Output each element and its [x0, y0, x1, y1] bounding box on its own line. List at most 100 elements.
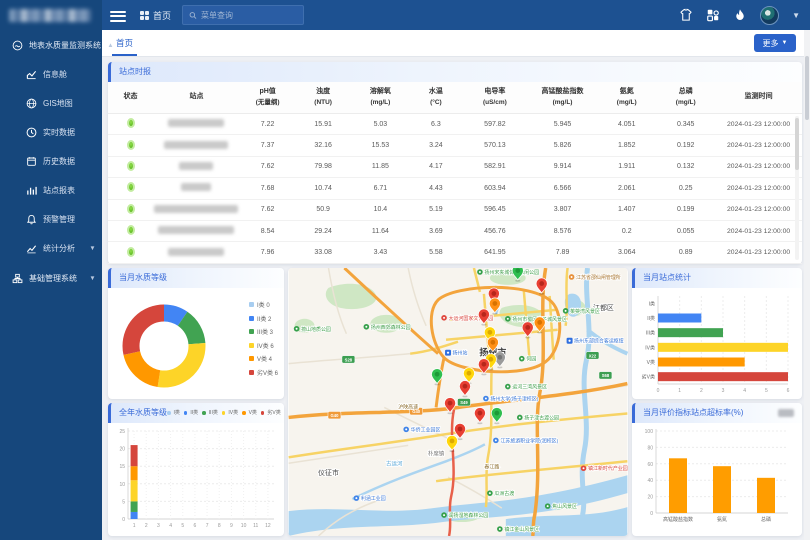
stacked-bar-II类[interactable] — [131, 512, 138, 519]
panel-title: 当月站点统计 — [643, 268, 691, 288]
table-scrollbar-thumb[interactable] — [795, 118, 799, 170]
legend-item[interactable]: II类 — [184, 403, 198, 423]
cell-value: 0.89 — [656, 249, 715, 256]
cell-value: 0.199 — [656, 206, 715, 213]
legend-item[interactable]: II类 2 — [249, 314, 278, 323]
svg-text:朴席镇: 朴席镇 — [428, 449, 445, 457]
legend-item[interactable]: IV类 6 — [249, 341, 278, 350]
svg-text:扬州站: 扬州站 — [453, 350, 468, 357]
map-label-station: 扬州东部综合客运枢纽 — [567, 338, 624, 345]
stacked-bar-V类[interactable] — [131, 466, 138, 480]
cell-value: 50.9 — [295, 206, 351, 213]
svg-text:60: 60 — [647, 462, 653, 468]
station-name-redacted — [168, 248, 224, 256]
stacked-bar-劣V类[interactable] — [131, 445, 138, 466]
hbar-IV类[interactable] — [658, 343, 788, 352]
cell-value: 0.345 — [656, 121, 715, 128]
info-board-icon — [26, 69, 37, 80]
table-scrollbar[interactable] — [795, 116, 799, 260]
search-icon — [189, 11, 197, 20]
sidebar-item-history[interactable]: 历史数据 — [0, 147, 102, 176]
table-row: 7.6250.910.45.19596.453.8071.4070.199202… — [108, 200, 802, 221]
cell-value: 29.24 — [295, 228, 351, 235]
cell-value: 6.566 — [528, 185, 597, 192]
legend-item[interactable]: 劣V类 6 — [249, 368, 278, 377]
flame-icon[interactable] — [733, 8, 747, 22]
map-label-park: 扬子津古渡公园 — [517, 414, 559, 421]
city-map[interactable]: G40G40S28S49S68X22扬州市江都区仪征市朴席镇古运河沪陕高速春江路… — [288, 268, 628, 536]
sidebar-item-realtime[interactable]: 实时数据 — [0, 118, 102, 147]
table-header-row: 状态站点pH值(无量纲)浊度(NTU)溶解氧(mg/L)水温(°C)电导率(uS… — [108, 82, 802, 114]
svg-text:氨氮: 氨氮 — [717, 516, 727, 523]
hbar-III类[interactable] — [658, 328, 723, 337]
svg-text:V类: V类 — [647, 359, 655, 366]
panel-title: 站点时报 — [119, 62, 151, 82]
sidebar-item-base[interactable]: 基础管理系统▼ — [0, 263, 102, 293]
sidebar-item-info-board[interactable]: 信息舱 — [0, 60, 102, 89]
stacked-bar-III类[interactable] — [131, 501, 138, 512]
svg-text:7: 7 — [206, 523, 209, 529]
cell-time: 2024-01-23 12:00:00 — [715, 228, 802, 235]
cell-value: 6.71 — [351, 185, 410, 192]
exceed-bar-高锰酸盐指数[interactable] — [669, 458, 687, 513]
svg-text:3: 3 — [157, 523, 160, 529]
cell-value: 10.74 — [295, 185, 351, 192]
sidebar-item-stats[interactable]: 统计分析▼ — [0, 234, 102, 263]
legend-item[interactable]: I类 0 — [249, 300, 278, 309]
sidebar-item-report[interactable]: 站点报表 — [0, 176, 102, 205]
cell-value: 11.64 — [351, 228, 410, 235]
station-name-redacted — [168, 119, 224, 127]
exceed-bar-总磷[interactable] — [757, 478, 775, 513]
svg-text:捺山地质公园: 捺山地质公园 — [301, 326, 331, 333]
exceed-bar-氨氮[interactable] — [713, 466, 731, 513]
topbar-home-link[interactable]: 首页 — [140, 8, 171, 22]
hbar-V类[interactable] — [658, 358, 745, 367]
svg-text:S28: S28 — [345, 357, 353, 362]
sidebar-item-system[interactable]: 地表水质量监测系统▲ — [0, 30, 102, 60]
cell-value: 15.91 — [295, 121, 351, 128]
page-scrollbar[interactable] — [804, 30, 810, 540]
tab-home[interactable]: 首页 — [116, 30, 133, 56]
cell-value: 0.192 — [656, 142, 715, 149]
page-scrollbar-thumb[interactable] — [805, 56, 809, 120]
topbar: 首页 ▼ — [0, 0, 810, 30]
table-body: 7.2215.915.036.3597.825.9454.0510.345202… — [108, 114, 802, 264]
user-avatar[interactable] — [760, 6, 779, 25]
legend-item[interactable]: III类 3 — [249, 327, 278, 336]
more-button[interactable]: 更多 ▼ — [754, 34, 796, 52]
hamburger-icon[interactable] — [110, 8, 126, 22]
cell-value: 7.89 — [528, 249, 597, 256]
cell-time: 2024-01-23 12:00:00 — [715, 163, 802, 170]
shirt-icon[interactable] — [679, 8, 693, 22]
stacked-bar-IV类[interactable] — [131, 480, 138, 501]
sidebar-item-gis-map[interactable]: GIS地图 — [0, 89, 102, 118]
chevron-down-icon: ▼ — [782, 40, 788, 46]
svg-text:扬州大学(扬子津校区): 扬州大学(扬子津校区) — [490, 396, 538, 403]
exceed-rate-chart: 020406080100高锰酸盐指数氨氮总磷 — [632, 423, 802, 536]
legend-item[interactable]: V类 4 — [249, 354, 278, 363]
hbar-劣V类[interactable] — [658, 372, 788, 381]
legend-item[interactable]: V类 — [242, 403, 257, 423]
menu-search-input[interactable] — [201, 11, 297, 20]
hbar-II类[interactable] — [658, 314, 701, 323]
svg-text:S68: S68 — [602, 373, 610, 378]
svg-text:何园: 何园 — [526, 356, 536, 363]
chevron-down-icon[interactable]: ▼ — [792, 11, 800, 20]
svg-text:6: 6 — [787, 388, 790, 394]
svg-text:镇江金山风景区: 镇江金山风景区 — [504, 526, 539, 533]
table-row: 8.5429.2411.643.69456.768.5760.20.055202… — [108, 221, 802, 242]
status-normal-dot — [127, 225, 135, 235]
cell-time: 2024-01-23 12:00:00 — [715, 249, 802, 256]
menu-search-box[interactable] — [182, 5, 304, 25]
legend-item[interactable]: IV类 — [222, 403, 238, 423]
layout-icon[interactable] — [706, 8, 720, 22]
legend-item[interactable]: I类 — [167, 403, 180, 423]
legend-item[interactable]: 劣V类 — [261, 403, 281, 423]
station-map[interactable]: G40G40S28S49S68X22扬州市江都区仪征市朴席镇古运河沪陕高速春江路… — [288, 268, 628, 536]
svg-text:40: 40 — [647, 478, 653, 484]
sidebar-item-alert[interactable]: 预警管理 — [0, 205, 102, 234]
table-row: 7.6810.746.714.43603.946.5662.0610.25202… — [108, 178, 802, 199]
cell-value: 7.68 — [240, 185, 296, 192]
column-header: 水温(°C) — [410, 87, 462, 107]
legend-item[interactable]: III类 — [202, 403, 218, 423]
